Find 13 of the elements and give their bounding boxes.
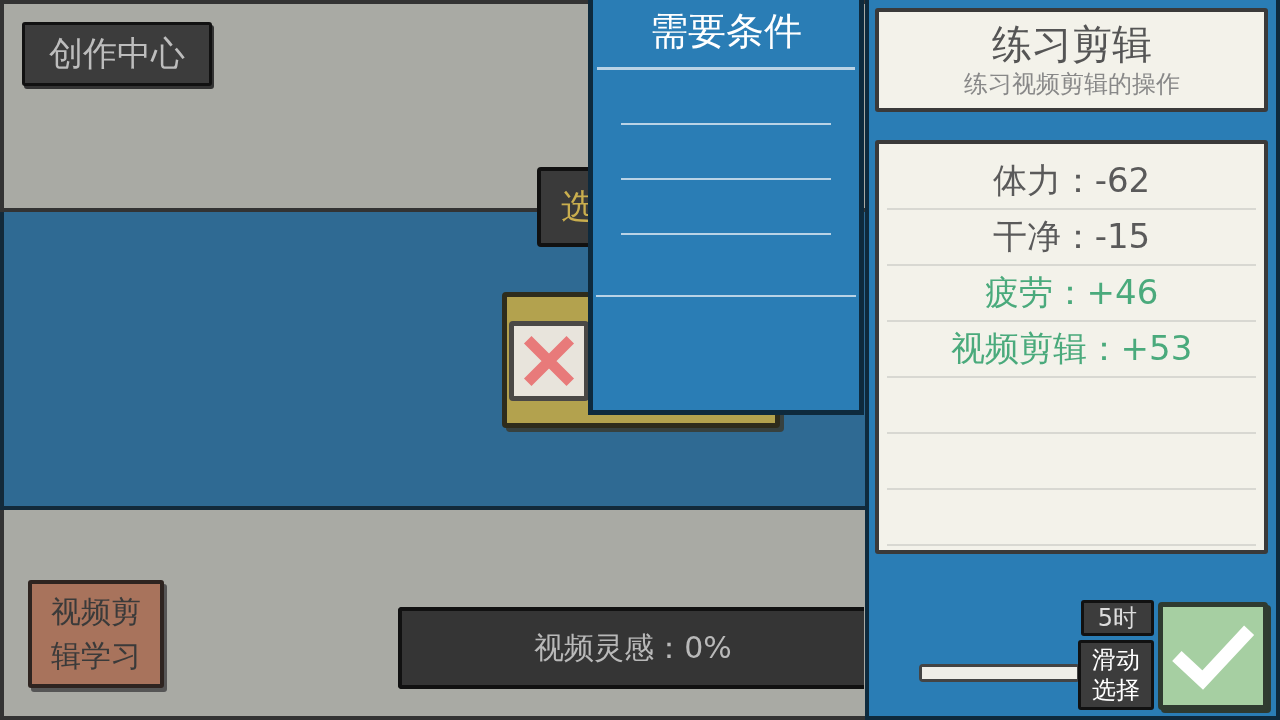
effect-text: 疲劳：+46 — [984, 271, 1159, 314]
inspiration-bar: 视频灵感：0% — [398, 607, 864, 689]
activity-title: 练习剪辑 — [991, 20, 1152, 68]
confirm-button[interactable] — [1158, 602, 1268, 710]
effect-text: 视频剪辑：+53 — [950, 327, 1193, 370]
activity-description: 练习视频剪辑的操作 — [963, 69, 1180, 100]
duration-label: 5时 — [1080, 600, 1154, 636]
effect-text: 干净：-15 — [992, 215, 1151, 258]
panel-title: 需要条件 — [597, 0, 855, 70]
slider-handle[interactable]: 滑动选择 — [1078, 640, 1154, 710]
effect-text: 体力：-62 — [992, 159, 1151, 202]
close-button[interactable] — [509, 321, 589, 401]
creation-center-button[interactable]: 创作中心 — [22, 22, 212, 86]
